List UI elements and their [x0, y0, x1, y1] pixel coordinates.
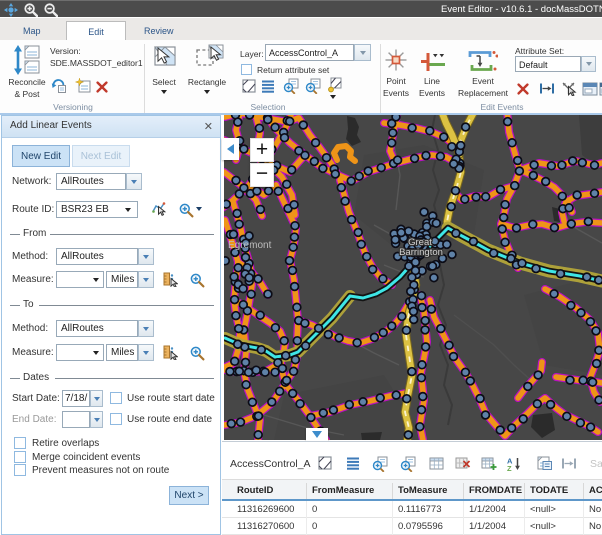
svg-text:Barrington: Barrington	[399, 247, 443, 258]
svg-text:Egremont: Egremont	[228, 240, 272, 251]
svg-text:Z: Z	[507, 464, 512, 471]
